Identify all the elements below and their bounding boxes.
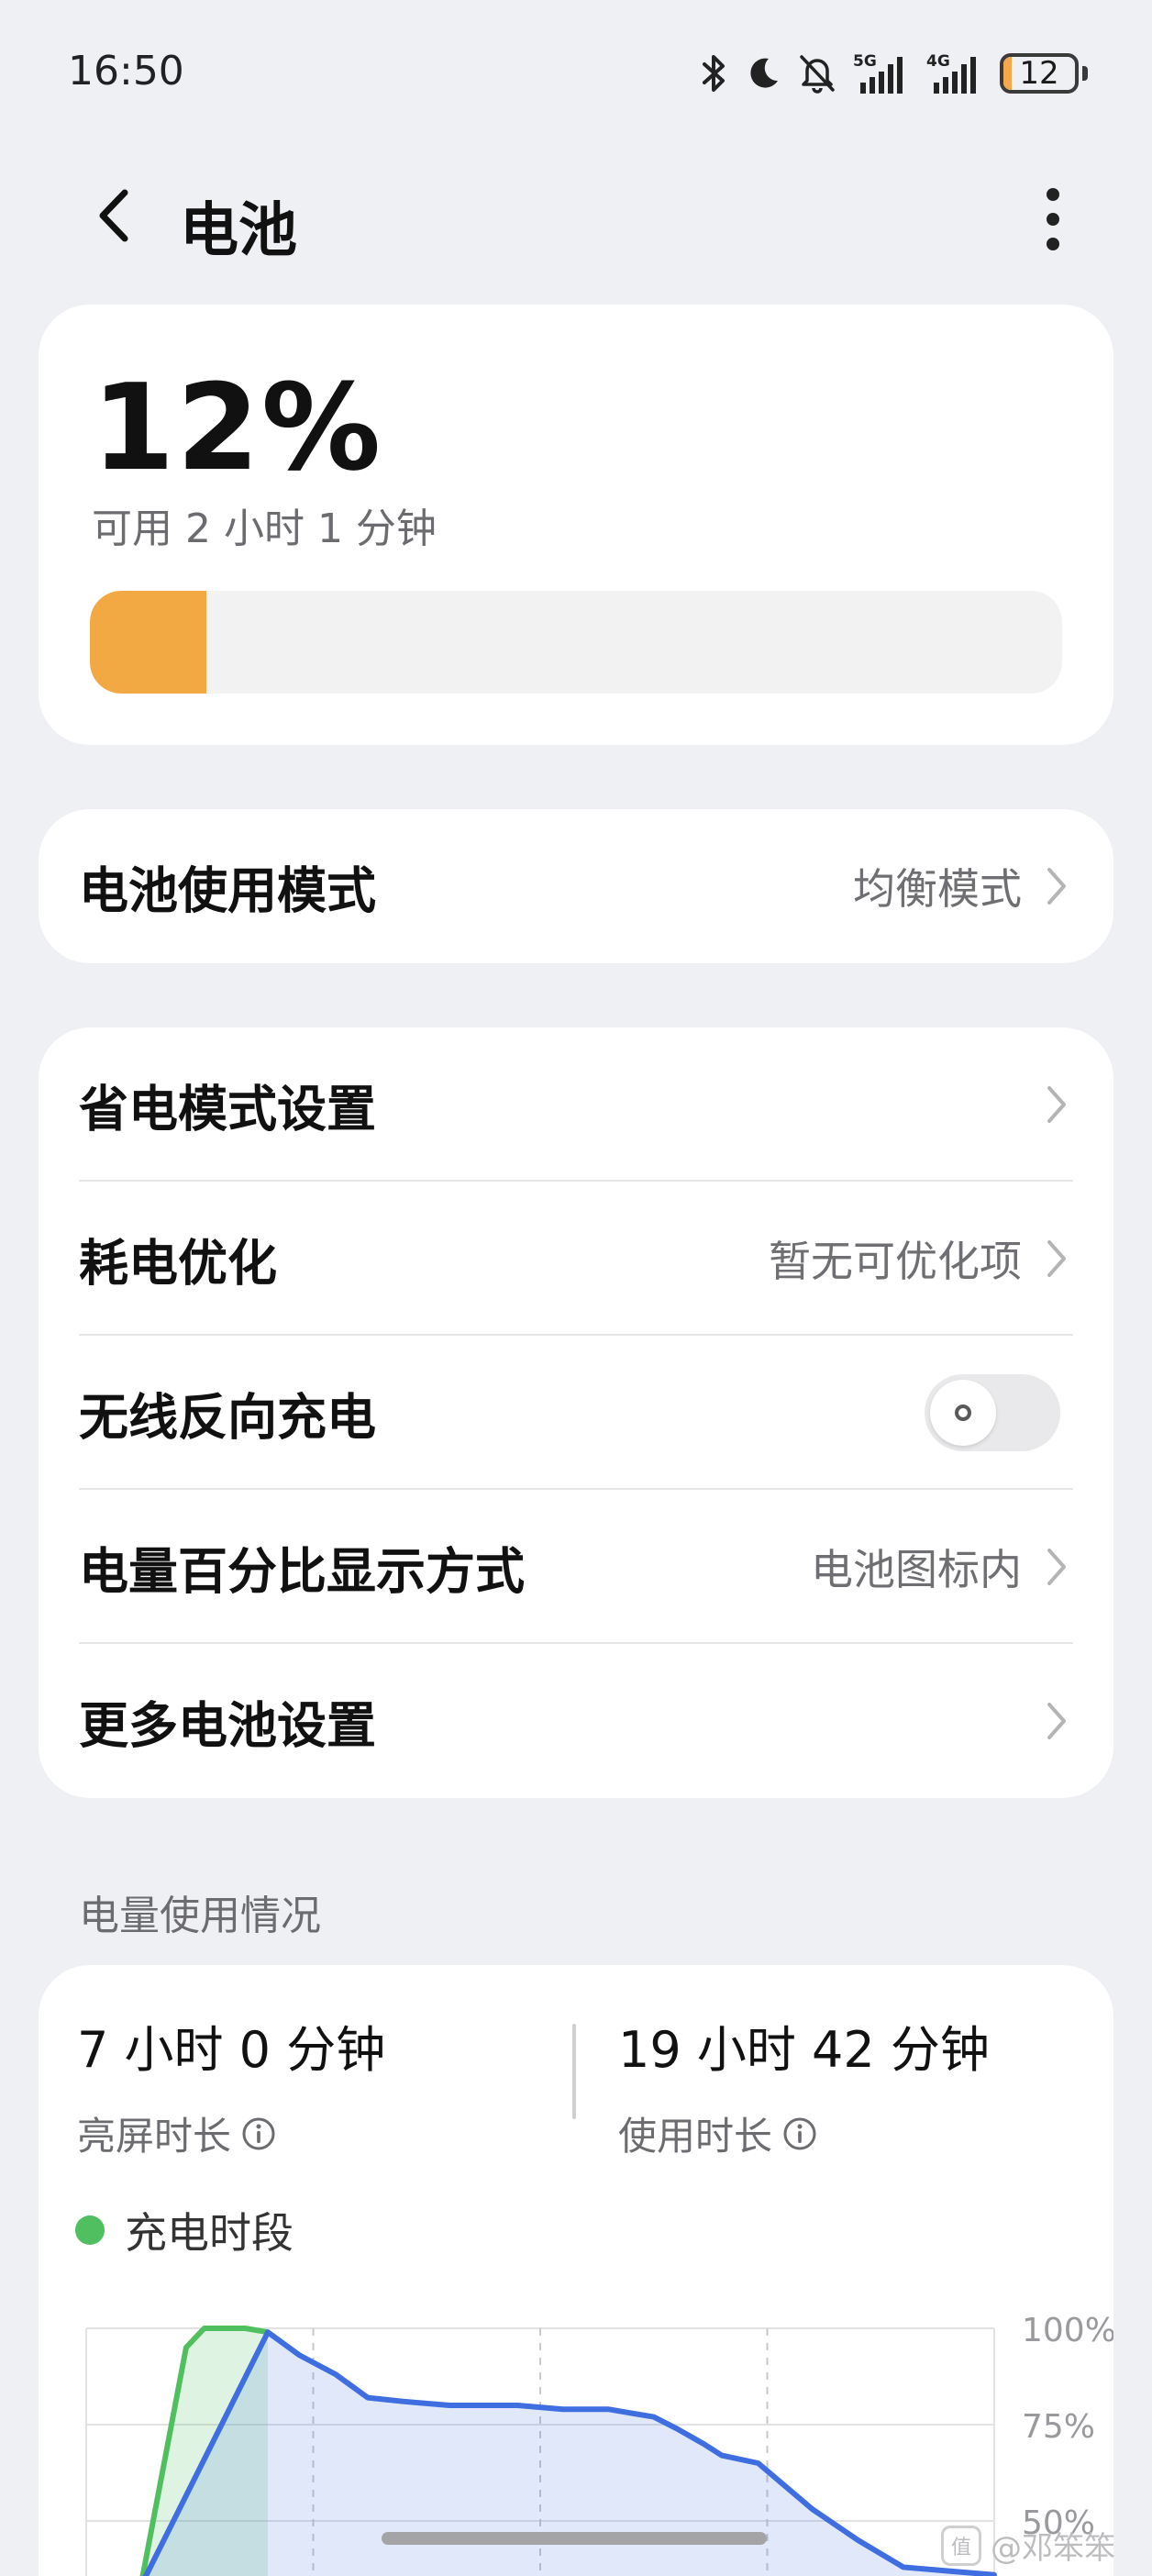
usage-section-title: 电量使用情况 — [79, 1893, 321, 1939]
toggle-knob — [930, 1380, 996, 1446]
5g-signal-icon: 5G — [853, 52, 903, 94]
battery-mode-value: 均衡模式 — [853, 864, 1022, 914]
settings-item-value: 暂无可优化项 — [769, 1237, 1022, 1286]
4g-signal-icon: 4G — [926, 52, 976, 94]
settings-item-label: 电量百分比显示方式 — [79, 1542, 525, 1601]
more-options-icon[interactable] — [1025, 178, 1080, 261]
power-saving-settings-row[interactable]: 省电模式设置 — [39, 1027, 1113, 1182]
back-arrow-icon[interactable] — [84, 183, 149, 248]
battery-usage-card: 7 小时 0 分钟 亮屏时长 19 小时 42 分钟 使用时长 充电时段 100… — [39, 1965, 1113, 2576]
moon-icon — [750, 58, 778, 88]
battery-level-bar — [90, 591, 1062, 694]
svg-text:5G: 5G — [853, 52, 877, 71]
wireless-reverse-charging-toggle[interactable] — [925, 1374, 1060, 1451]
battery-settings-card: 省电模式设置 耗电优化 暂无可优化项 无线反向充电 电量百分比显示方式 电池图标… — [39, 1027, 1113, 1798]
settings-item-label: 耗电优化 — [79, 1234, 277, 1293]
info-icon[interactable] — [781, 2115, 818, 2152]
watermark-text: @邓笨笨 — [991, 2530, 1115, 2567]
settings-item-label: 无线反向充电 — [79, 1388, 376, 1447]
chevron-right-icon — [1047, 1086, 1066, 1123]
status-bar: 16:50 5G 4G 12 — [0, 0, 1152, 147]
usage-time-label: 使用时长 — [618, 2114, 773, 2159]
battery-level-fill — [90, 591, 207, 694]
battery-mode-card: 电池使用模式 均衡模式 — [39, 809, 1113, 963]
usage-time-value: 19 小时 42 分钟 — [618, 2021, 990, 2079]
battery-mode-row[interactable]: 电池使用模式 均衡模式 — [39, 809, 1113, 963]
battery-percent: 12% — [92, 358, 383, 497]
bluetooth-icon — [703, 55, 725, 92]
power-optimization-row[interactable]: 耗电优化 暂无可优化项 — [39, 1182, 1113, 1336]
settings-item-value: 电池图标内 — [811, 1545, 1022, 1594]
bell-off-icon — [800, 55, 835, 94]
status-icons: 5G 4G 12 — [701, 46, 1088, 101]
usage-separator — [572, 2024, 576, 2119]
battery-percentage-display-row[interactable]: 电量百分比显示方式 电池图标内 — [39, 1490, 1113, 1644]
usage-time: 19 小时 42 分钟 使用时长 — [618, 2009, 990, 2161]
chart-y-tick-label: 100% — [1022, 2312, 1113, 2349]
chart-y-tick-label: 75% — [1022, 2408, 1095, 2446]
settings-item-label: 省电模式设置 — [79, 1080, 376, 1138]
battery-mode-label: 电池使用模式 — [79, 861, 376, 920]
app-bar: 电池 — [0, 165, 1152, 266]
chevron-right-icon — [1047, 868, 1066, 905]
svg-text:4G: 4G — [926, 52, 950, 71]
page-title: 电池 — [180, 197, 297, 265]
screen-on-value: 7 小时 0 分钟 — [77, 2021, 386, 2079]
chevron-right-icon — [1047, 1240, 1066, 1277]
legend-dot — [75, 2215, 105, 2245]
screen-on-label: 亮屏时长 — [77, 2114, 232, 2159]
battery-remaining-time: 可用 2 小时 1 分钟 — [92, 505, 437, 552]
chevron-right-icon — [1047, 1703, 1066, 1739]
watermark: 值 @邓笨笨 — [941, 2523, 1115, 2568]
battery-status-icon: 12 — [1000, 53, 1079, 94]
battery-level-card: 12% 可用 2 小时 1 分钟 — [39, 305, 1113, 745]
info-icon[interactable] — [240, 2115, 277, 2152]
home-indicator[interactable] — [382, 2532, 767, 2545]
status-time: 16:50 — [68, 48, 184, 94]
wireless-reverse-charging-row: 无线反向充电 — [39, 1336, 1113, 1490]
legend-charging-label: 充电时段 — [125, 2208, 294, 2258]
battery-cap — [1082, 66, 1088, 81]
screen-on-time: 7 小时 0 分钟 亮屏时长 — [77, 2009, 385, 2161]
battery-status-level: 12 — [1019, 55, 1059, 92]
more-battery-settings-row[interactable]: 更多电池设置 — [39, 1644, 1113, 1798]
chevron-right-icon — [1047, 1549, 1066, 1585]
chart-legend: 充电时段 — [75, 2200, 294, 2260]
settings-item-label: 更多电池设置 — [79, 1696, 376, 1755]
watermark-logo: 值 — [941, 2525, 981, 2566]
battery-status-fill — [1003, 57, 1013, 90]
